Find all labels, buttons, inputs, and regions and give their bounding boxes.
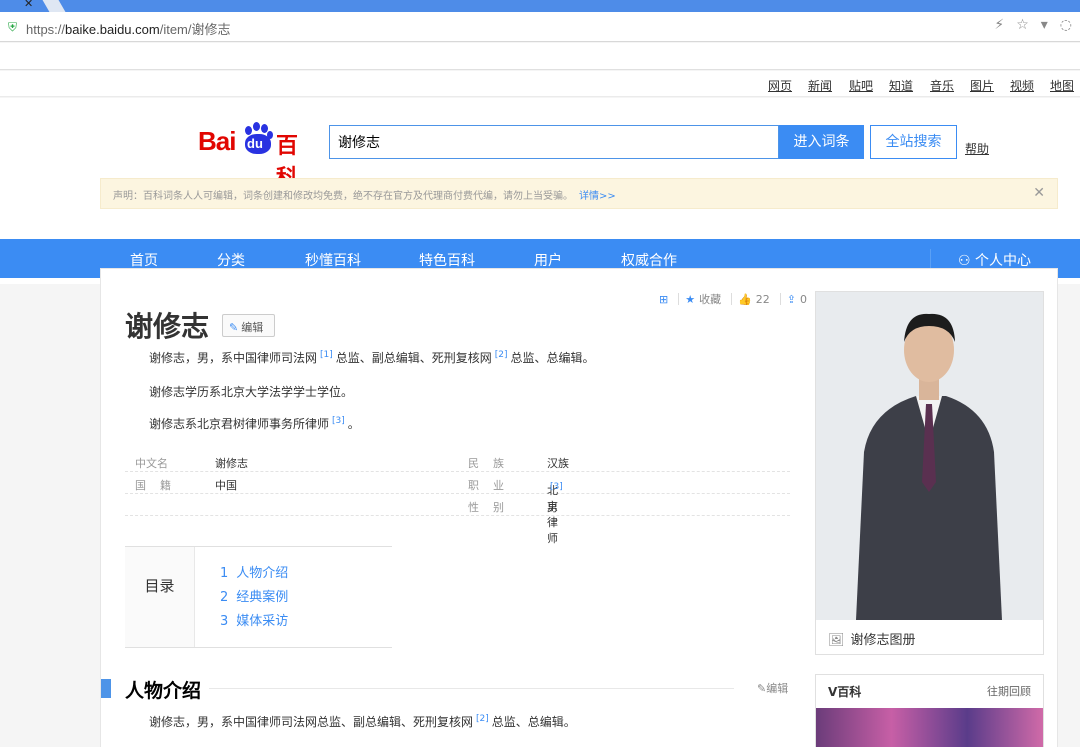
secure-shield-icon: ⛨ (8, 20, 18, 34)
site-search-button[interactable]: 全站搜索 (870, 125, 957, 159)
notice-text: 声明：百科词条人人可编辑，词条创建和修改均免费，绝不存在官方及代理商付费代编，请… (113, 191, 573, 202)
page: 网页 新闻 贴吧 知道 音乐 图片 视频 地图 Bai du 百科 进入词条 全… (0, 71, 1080, 747)
summary-paragraph-2: 谢修志学历系北京大学法学学士学位。 (149, 385, 354, 399)
topnav-link-image[interactable]: 图片 (970, 77, 994, 94)
nav-item-cooperation[interactable]: 权威合作 (621, 250, 677, 270)
toc-item[interactable]: 2 经典案例 (220, 586, 288, 605)
user-center-label: 个人中心 (975, 253, 1032, 269)
notice-banner: 声明：百科词条人人可编辑，词条创建和修改均免费，绝不存在官方及代理商付费代编，请… (100, 178, 1058, 209)
topnav-link-news[interactable]: 新闻 (808, 77, 832, 94)
info-row: 性 别 男 (125, 494, 790, 516)
address-bar-icons: ⚡ ☆ ▾ ◌ (994, 17, 1072, 33)
pencil-icon: ✎ (757, 682, 767, 695)
toc-item[interactable]: 1 人物介绍 (220, 562, 288, 581)
help-link[interactable]: 帮助 (965, 140, 989, 157)
star-icon[interactable]: ☆ (1016, 17, 1029, 33)
nav-item-category[interactable]: 分类 (217, 250, 245, 270)
entry-content-card: ⊞ ★ 收藏 👍 22 ⇪ 0 谢修志 ✎ 编辑 谢修志，男，系中国律师司法网 [1… (100, 268, 1058, 747)
portrait-card[interactable]: 🖼 谢修志图册 (815, 291, 1044, 655)
info-row: 中文名 谢修志 民 族 汉族 (125, 450, 790, 472)
lightning-icon[interactable]: ⚡ (994, 17, 1004, 33)
reference-link[interactable]: [3] (332, 416, 345, 426)
image-gallery-icon: 🖼 (828, 633, 845, 648)
nav-divider (930, 249, 931, 269)
summary-paragraph-3: 谢修志系北京君树律师事务所律师 [3]。 (149, 416, 360, 431)
reference-link[interactable]: [2] (476, 714, 489, 724)
topnav-link-web[interactable]: 网页 (768, 77, 792, 94)
tab-close-icon[interactable]: ✕ (24, 0, 33, 10)
vbaike-title: V百科 (828, 685, 862, 699)
topnav-link-zhidao[interactable]: 知道 (889, 77, 913, 94)
close-icon[interactable]: ✕ (1033, 185, 1045, 201)
add-icon[interactable]: ⊞ (659, 293, 668, 306)
reference-link[interactable]: [2] (495, 350, 508, 360)
search-input[interactable] (329, 125, 779, 159)
favorite-label[interactable]: 收藏 (699, 291, 721, 307)
top-product-nav: 网页 新闻 贴吧 知道 音乐 图片 视频 地图 (0, 71, 1080, 97)
share-icon[interactable]: ⇪ (787, 293, 796, 306)
like-count: 22 (755, 292, 770, 306)
topnav-link-music[interactable]: 音乐 (930, 77, 954, 94)
album-link[interactable]: 🖼 谢修志图册 (816, 622, 1043, 654)
section-divider (209, 688, 734, 689)
favorite-star-icon[interactable]: ★ (685, 293, 695, 306)
logo-du-text: du (247, 136, 263, 151)
share-count: 0 (800, 292, 808, 306)
vbaike-more-link[interactable]: 往期回顾 (987, 683, 1031, 699)
topnav-link-tieba[interactable]: 贴吧 (849, 77, 873, 94)
vbaike-thumbnail[interactable] (816, 708, 1043, 747)
toc-item[interactable]: 3 媒体采访 (220, 610, 288, 629)
browser-tab-strip: ✕ (0, 0, 1080, 12)
nav-item-users[interactable]: 用户 (534, 250, 562, 270)
notice-more-link[interactable]: 详情>> (579, 191, 616, 202)
user-icon: ⚇ (958, 253, 976, 269)
summary-paragraph-1: 谢修志，男，系中国律师司法网 [1] 总监、副总编辑、死刑复核网 [2] 总监、总编辑。 (149, 350, 595, 365)
section-edit-link[interactable]: ✎编辑 (757, 680, 788, 696)
new-tab-button[interactable] (42, 0, 66, 12)
reference-link[interactable]: [1] (320, 350, 333, 360)
pencil-icon: ✎ (229, 321, 239, 334)
table-of-contents: 目录 1 人物介绍 2 经典案例 3 媒体采访 (125, 546, 392, 648)
user-center-link[interactable]: ⚇ 个人中心 (958, 250, 1031, 270)
topnav-link-map[interactable]: 地图 (1050, 77, 1074, 94)
address-bar[interactable]: ⛨ https://baike.baidu.com/item/谢修志 ⚡ ☆ ▾… (0, 12, 1080, 42)
page-title: 谢修志 (125, 310, 210, 343)
search-engine-icon[interactable]: ◌ (1060, 17, 1072, 33)
baidu-baike-logo[interactable]: Bai du 百科 (198, 120, 314, 190)
topnav-link-video[interactable]: 视频 (1010, 77, 1034, 94)
toc-label: 目录 (125, 547, 195, 647)
section-paragraph: 谢修志，男，系中国律师司法网总监、副总编辑、死刑复核网 [2] 总监、总编辑。 (149, 714, 576, 729)
reference-link[interactable]: [3] (550, 482, 563, 492)
logo-bai-text: Bai (198, 126, 236, 156)
nav-item-home[interactable]: 首页 (130, 250, 158, 270)
url-text[interactable]: https://baike.baidu.com/item/谢修志 (26, 19, 231, 38)
site-header: Bai du 百科 进入词条 全站搜索 帮助 声明：百科词条人人可编辑，词条创建… (0, 98, 1080, 284)
dropdown-icon[interactable]: ▾ (1041, 17, 1048, 33)
thumbs-up-icon[interactable]: 👍 (738, 293, 752, 306)
enter-entry-button[interactable]: 进入词条 (779, 125, 864, 159)
basic-info-table: 中文名 谢修志 民 族 汉族 国 籍 中国 职 业 北京律师 [3] 性 别 男 (125, 450, 790, 545)
entry-toolbar: ⊞ ★ 收藏 👍 22 ⇪ 0 (659, 291, 811, 307)
info-row: 国 籍 中国 职 业 北京律师 [3] (125, 472, 790, 545)
nav-item-featured[interactable]: 特色百科 (419, 250, 475, 270)
vbaike-card: V百科 往期回顾 (815, 674, 1044, 747)
portrait-photo[interactable] (816, 292, 1043, 620)
section-title: 人物介绍 (125, 680, 202, 702)
edit-button[interactable]: ✎ 编辑 (222, 314, 275, 337)
bookmark-bar (0, 43, 1080, 70)
nav-item-miaodong[interactable]: 秒懂百科 (305, 250, 361, 270)
section-marker (101, 679, 111, 698)
